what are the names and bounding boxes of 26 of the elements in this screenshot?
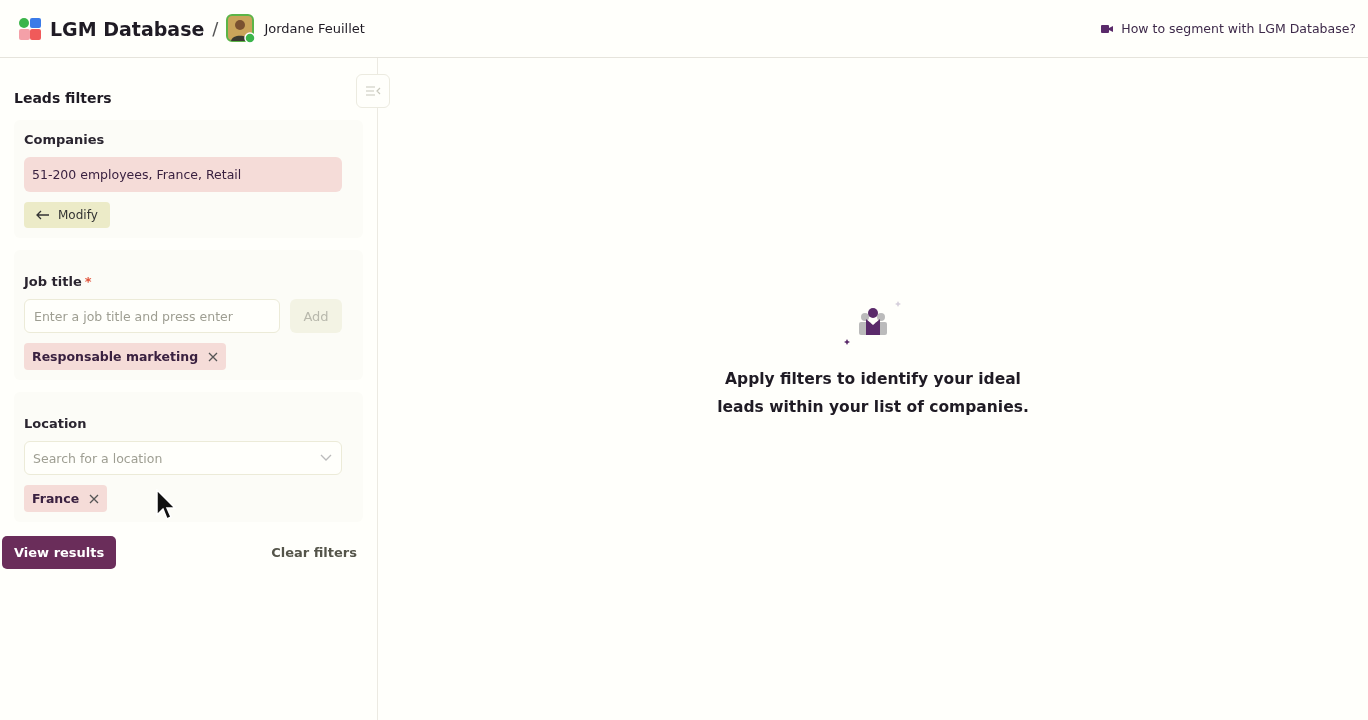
arrow-left-icon <box>36 210 50 220</box>
companies-summary: 51-200 employees, France, Retail <box>24 157 342 192</box>
required-mark: * <box>84 274 92 289</box>
section-label: Location <box>24 416 87 431</box>
empty-state-message: Apply filters to identify your ideal leads within your list of companies. <box>716 369 1030 418</box>
filter-tag: France <box>24 485 108 512</box>
section-label: Companies <box>24 132 105 147</box>
job-title-field[interactable]: Enter a job title and press enter <box>24 299 280 333</box>
avatar <box>226 13 257 44</box>
modify-button[interactable]: Modify <box>24 202 110 228</box>
user-name: Jordane Feuillet <box>264 21 365 36</box>
collapse-icon <box>365 86 381 96</box>
help-link[interactable]: How to segment with LGM Database? <box>1101 21 1356 36</box>
view-results-button[interactable]: View results <box>2 536 117 569</box>
clear-filters-button[interactable]: Clear filters <box>265 544 363 561</box>
filter-tag: Responsable marketing <box>24 343 227 370</box>
video-icon <box>1101 23 1114 34</box>
chevron-down-icon <box>320 454 332 462</box>
section-label: Job title * <box>24 274 92 289</box>
location-select[interactable]: Search for a location <box>24 441 342 475</box>
close-icon[interactable] <box>208 351 219 362</box>
sidebar-title: Leads filters <box>14 90 113 106</box>
close-icon[interactable] <box>89 493 100 504</box>
logo-icon <box>18 16 42 41</box>
breadcrumb-separator: / <box>212 18 219 39</box>
app-name: LGM Database <box>50 17 205 40</box>
